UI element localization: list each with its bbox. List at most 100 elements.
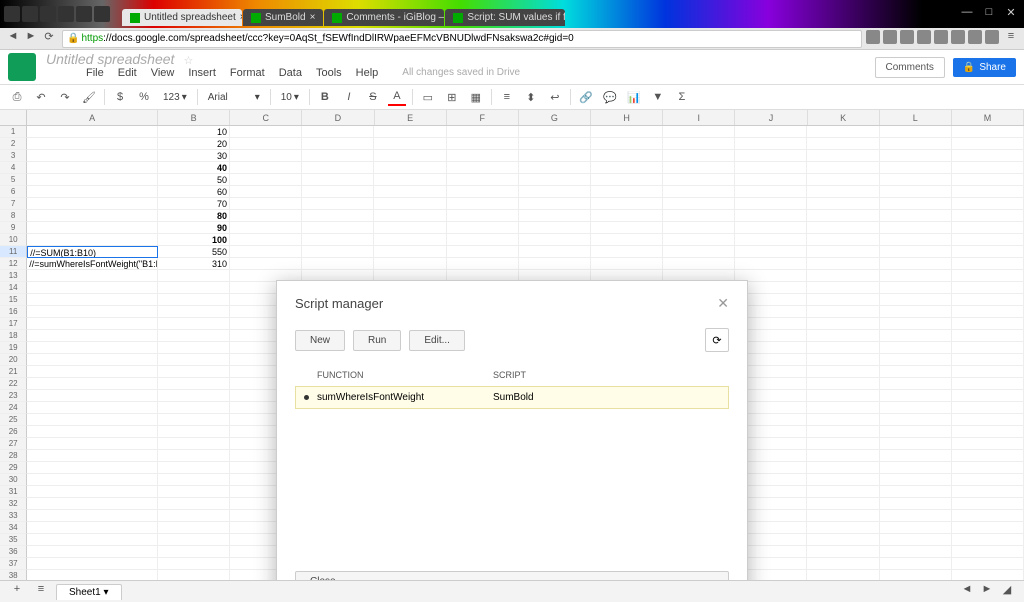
scroll-left-icon[interactable]: ◄ <box>958 583 976 601</box>
cell[interactable] <box>27 138 158 150</box>
cell[interactable] <box>952 558 1024 570</box>
cell[interactable] <box>158 366 230 378</box>
cell[interactable] <box>952 486 1024 498</box>
cell[interactable] <box>302 222 374 234</box>
cell[interactable] <box>591 246 663 258</box>
cell[interactable] <box>27 510 158 522</box>
cell[interactable] <box>880 186 952 198</box>
cell[interactable]: 60 <box>158 186 230 198</box>
column-header[interactable]: H <box>591 110 663 125</box>
column-header[interactable]: K <box>808 110 880 125</box>
cell[interactable] <box>591 186 663 198</box>
cell[interactable] <box>230 246 302 258</box>
cell[interactable] <box>27 198 158 210</box>
row-header[interactable]: 26 <box>0 426 27 438</box>
cell[interactable] <box>735 186 807 198</box>
cell[interactable] <box>880 234 952 246</box>
forward-button[interactable]: ► <box>22 30 40 48</box>
cell[interactable] <box>230 222 302 234</box>
cell[interactable] <box>880 150 952 162</box>
row-header[interactable]: 37 <box>0 558 27 570</box>
cell[interactable] <box>230 174 302 186</box>
row-header[interactable]: 20 <box>0 354 27 366</box>
cell[interactable] <box>158 522 230 534</box>
cell[interactable] <box>952 366 1024 378</box>
cell[interactable] <box>807 186 879 198</box>
cell[interactable] <box>230 126 302 138</box>
cell[interactable] <box>952 270 1024 282</box>
cell[interactable] <box>807 486 879 498</box>
cell[interactable] <box>880 126 952 138</box>
menu-insert[interactable]: Insert <box>188 67 216 79</box>
cell[interactable] <box>158 498 230 510</box>
explore-button[interactable]: ◢ <box>998 583 1016 601</box>
cell[interactable] <box>807 270 879 282</box>
zoom-select[interactable]: 123▾ <box>159 92 191 103</box>
cell[interactable] <box>952 138 1024 150</box>
cell[interactable] <box>447 174 519 186</box>
cell[interactable] <box>880 354 952 366</box>
cell[interactable] <box>807 246 879 258</box>
cell[interactable] <box>302 210 374 222</box>
star-icon[interactable]: ☆ <box>183 55 193 67</box>
run-button[interactable]: Run <box>353 330 401 351</box>
reload-button[interactable]: ⟳ <box>40 30 58 48</box>
cell[interactable] <box>591 138 663 150</box>
chart-icon[interactable]: 📊 <box>625 88 643 106</box>
browser-tab[interactable]: Script: SUM values if font × <box>445 9 565 26</box>
cell[interactable] <box>880 210 952 222</box>
cell[interactable] <box>230 186 302 198</box>
cell[interactable] <box>591 174 663 186</box>
cell[interactable] <box>952 162 1024 174</box>
cell[interactable] <box>663 126 735 138</box>
cell[interactable] <box>302 150 374 162</box>
extension-icon[interactable] <box>866 30 880 44</box>
cell[interactable] <box>735 258 807 270</box>
print-icon[interactable]: ⎙ <box>8 88 26 106</box>
row-header[interactable]: 3 <box>0 150 27 162</box>
close-icon[interactable]: ✕ <box>717 295 729 312</box>
cell[interactable] <box>27 186 158 198</box>
cell[interactable]: 40 <box>158 162 230 174</box>
cell[interactable] <box>158 330 230 342</box>
cell[interactable] <box>880 486 952 498</box>
cell[interactable] <box>158 306 230 318</box>
select-all-corner[interactable] <box>0 110 27 125</box>
cell[interactable] <box>952 234 1024 246</box>
column-header[interactable]: D <box>302 110 374 125</box>
cell[interactable] <box>807 474 879 486</box>
share-button[interactable]: 🔒 Share <box>953 58 1016 77</box>
close-tab-icon[interactable]: × <box>310 12 316 23</box>
row-header[interactable]: 4 <box>0 162 27 174</box>
borders-icon[interactable]: ⊞ <box>443 88 461 106</box>
row-header[interactable]: 34 <box>0 522 27 534</box>
column-header[interactable]: C <box>230 110 302 125</box>
row-header[interactable]: 33 <box>0 510 27 522</box>
cell[interactable] <box>302 198 374 210</box>
script-row[interactable]: sumWhereIsFontWeight SumBold <box>295 386 729 409</box>
bold-icon[interactable]: B <box>316 88 334 106</box>
cell[interactable] <box>880 174 952 186</box>
row-header[interactable]: 32 <box>0 498 27 510</box>
os-icon[interactable] <box>22 6 38 22</box>
row-header[interactable]: 27 <box>0 438 27 450</box>
cell[interactable] <box>519 138 591 150</box>
cell[interactable] <box>374 150 446 162</box>
cell[interactable] <box>27 450 158 462</box>
cell[interactable] <box>880 438 952 450</box>
document-title[interactable]: Untitled spreadsheet <box>46 51 174 67</box>
cell[interactable] <box>302 138 374 150</box>
cell[interactable] <box>27 390 158 402</box>
comment-icon[interactable]: 💬 <box>601 88 619 106</box>
cell[interactable] <box>952 378 1024 390</box>
cell[interactable] <box>952 198 1024 210</box>
cell[interactable] <box>952 282 1024 294</box>
extension-icon[interactable] <box>951 30 965 44</box>
cell[interactable] <box>27 462 158 474</box>
cell[interactable] <box>663 186 735 198</box>
cell[interactable] <box>519 150 591 162</box>
row-header[interactable]: 2 <box>0 138 27 150</box>
cell[interactable] <box>807 390 879 402</box>
cell[interactable] <box>519 162 591 174</box>
strike-icon[interactable]: S <box>364 88 382 106</box>
